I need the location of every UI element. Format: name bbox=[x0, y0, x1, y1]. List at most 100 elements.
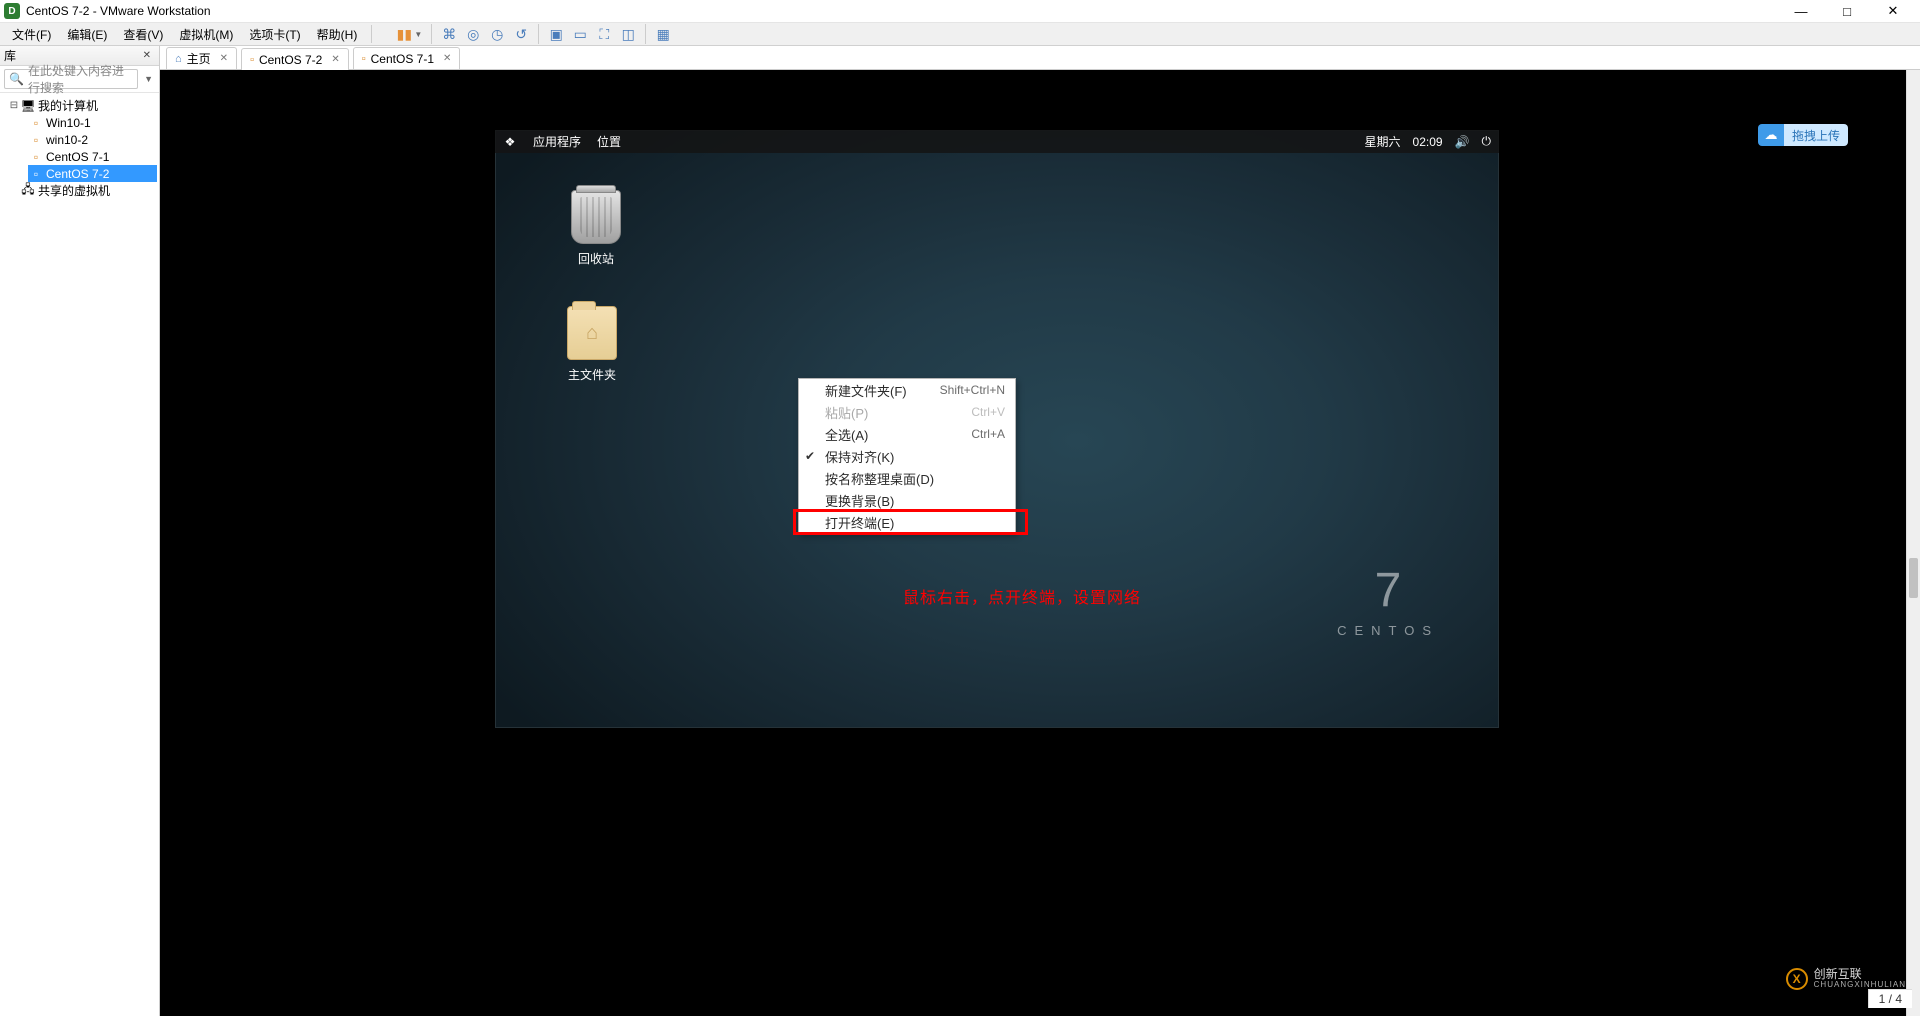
cm-label: 粘贴(P) bbox=[825, 403, 868, 422]
vm-icon: ▫ bbox=[28, 150, 44, 164]
menu-help[interactable]: 帮助(H) bbox=[309, 24, 366, 45]
snapshot-icon[interactable]: ◎ bbox=[461, 23, 485, 45]
seamless-icon[interactable]: ◫ bbox=[616, 23, 640, 45]
guest-menu-apps[interactable]: 应用程序 bbox=[533, 133, 581, 150]
cm-shortcut: Ctrl+V bbox=[971, 405, 1005, 419]
cm-label: 更换背景(B) bbox=[825, 491, 894, 510]
pause-icon[interactable]: ▮▮ bbox=[392, 23, 416, 45]
sidebar-close-icon[interactable]: ✕ bbox=[139, 50, 155, 61]
close-icon[interactable]: ✕ bbox=[443, 53, 451, 64]
menu-bar: 文件(F) 编辑(E) 查看(V) 虚拟机(M) 选项卡(T) 帮助(H) ▮▮… bbox=[0, 23, 1920, 46]
cm-change-background[interactable]: 更换背景(B) bbox=[799, 489, 1015, 511]
menu-vm[interactable]: 虚拟机(M) bbox=[171, 24, 241, 45]
close-button[interactable]: ✕ bbox=[1870, 0, 1916, 23]
menu-file[interactable]: 文件(F) bbox=[4, 24, 59, 45]
search-icon: 🔍 bbox=[9, 72, 24, 86]
separator bbox=[371, 25, 372, 43]
desktop-icon-home[interactable]: ⌂ 主文件夹 bbox=[547, 306, 637, 383]
tab-bar: ⌂ 主页 ✕ ▫ CentOS 7-2 ✕ ▫ CentOS 7-1 ✕ bbox=[160, 46, 1920, 70]
watermark-icon: X bbox=[1786, 968, 1808, 990]
vm-icon: ▫ bbox=[250, 54, 254, 66]
cm-paste: 粘贴(P) Ctrl+V bbox=[799, 401, 1015, 423]
send-ctrl-alt-del-icon[interactable]: ⌘ bbox=[437, 23, 461, 45]
cm-select-all[interactable]: 全选(A) Ctrl+A bbox=[799, 423, 1015, 445]
close-icon[interactable]: ✕ bbox=[220, 53, 228, 64]
tree-label: Win10-1 bbox=[46, 116, 91, 130]
centos-version: 7 bbox=[1337, 567, 1439, 615]
menu-view[interactable]: 查看(V) bbox=[115, 24, 171, 45]
page-indicator: 1 / 4 bbox=[1868, 989, 1912, 1008]
cm-label: 按名称整理桌面(D) bbox=[825, 469, 934, 488]
tree-label: 我的计算机 bbox=[38, 97, 98, 114]
cm-open-terminal[interactable]: 打开终端(E) bbox=[799, 511, 1015, 533]
power-icon[interactable]: ⏻ bbox=[1482, 134, 1492, 149]
desktop-icon-trash[interactable]: 回收站 bbox=[551, 190, 641, 267]
app-icon: D bbox=[4, 3, 20, 19]
badge-label: 拖拽上传 bbox=[1784, 124, 1848, 146]
upload-badge[interactable]: ☁ 拖拽上传 bbox=[1758, 124, 1848, 146]
scrollbar-thumb[interactable] bbox=[1909, 558, 1918, 598]
fullscreen-icon[interactable]: ⛶ bbox=[592, 23, 616, 45]
maximize-button[interactable]: □ bbox=[1824, 0, 1870, 23]
cm-label: 新建文件夹(F) bbox=[825, 381, 907, 400]
dropdown-icon[interactable]: ▼ bbox=[414, 30, 422, 39]
cm-label: 打开终端(E) bbox=[825, 513, 894, 532]
shared-icon: 🖧 bbox=[20, 184, 36, 198]
watermark: X 创新互联 CHUANGXINHULIAN bbox=[1786, 968, 1906, 990]
annotation-text: 鼠标右击，点开终端，设置网络 bbox=[903, 584, 1141, 608]
guest-day: 星期六 bbox=[1365, 133, 1401, 150]
tab-label: CentOS 7-1 bbox=[371, 52, 434, 66]
cm-organize-by-name[interactable]: 按名称整理桌面(D) bbox=[799, 467, 1015, 489]
tab-home[interactable]: ⌂ 主页 ✕ bbox=[166, 47, 237, 69]
menu-edit[interactable]: 编辑(E) bbox=[59, 24, 115, 45]
revert-icon[interactable]: ↺ bbox=[509, 23, 533, 45]
snapshot-manager-icon[interactable]: ◷ bbox=[485, 23, 509, 45]
guest-desktop[interactable]: ❖ 应用程序 位置 星期六 02:09 🔊 ⏻ 回收站 bbox=[495, 130, 1499, 728]
minimize-button[interactable]: — bbox=[1778, 0, 1824, 23]
cm-shortcut: Ctrl+A bbox=[971, 427, 1005, 441]
watermark-line2: CHUANGXINHULIAN bbox=[1814, 981, 1906, 990]
guest-time: 02:09 bbox=[1413, 135, 1443, 149]
activities-icon[interactable]: ❖ bbox=[503, 135, 517, 149]
icon-label: 主文件夹 bbox=[547, 366, 637, 383]
vm-viewport[interactable]: ☁ 拖拽上传 ❖ 应用程序 位置 星期六 02:09 🔊 bbox=[160, 70, 1920, 1016]
tree-item-win10-1[interactable]: ▫Win10-1 bbox=[28, 114, 157, 131]
window-titlebar: D CentOS 7-2 - VMware Workstation — □ ✕ bbox=[0, 0, 1920, 23]
tab-centos-7-1[interactable]: ▫ CentOS 7-1 ✕ bbox=[353, 47, 461, 69]
tree-root-shared-vms[interactable]: 🖧 共享的虚拟机 bbox=[2, 182, 157, 199]
centos-brand: 7 CENTOS bbox=[1337, 567, 1439, 638]
library-sidebar: 库 ✕ 🔍 在此处键入内容进行搜索 ▼ ⊟ 🖥 我的计算机 ▫Win10-1 bbox=[0, 46, 160, 1016]
unity-icon[interactable]: ▭ bbox=[568, 23, 592, 45]
toolbar: ▮▮▼ ⌘ ◎ ◷ ↺ ▣ ▭ ⛶ ◫ ▦ bbox=[392, 23, 675, 45]
window-title: CentOS 7-2 - VMware Workstation bbox=[26, 4, 211, 18]
tree-item-win10-2[interactable]: ▫win10-2 bbox=[28, 131, 157, 148]
close-icon[interactable]: ✕ bbox=[331, 54, 339, 65]
library-icon[interactable]: ▦ bbox=[651, 23, 675, 45]
cm-label: 保持对齐(K) bbox=[825, 447, 894, 466]
console-view-icon[interactable]: ▣ bbox=[544, 23, 568, 45]
tree-label: CentOS 7-2 bbox=[46, 167, 109, 181]
tree-item-centos-7-1[interactable]: ▫CentOS 7-1 bbox=[28, 148, 157, 165]
desktop-context-menu: 新建文件夹(F)Shift+Ctrl+N 粘贴(P) Ctrl+V 全选(A) Ct… bbox=[798, 378, 1016, 534]
search-dropdown-icon[interactable]: ▼ bbox=[142, 74, 155, 84]
cm-new-folder[interactable]: 新建文件夹(F)Shift+Ctrl+N bbox=[799, 379, 1015, 401]
vm-icon: ▫ bbox=[28, 116, 44, 130]
search-input[interactable]: 🔍 在此处键入内容进行搜索 bbox=[4, 69, 138, 89]
tab-label: 主页 bbox=[187, 50, 211, 67]
tab-label: CentOS 7-2 bbox=[259, 53, 322, 67]
tree-item-centos-7-2[interactable]: ▫CentOS 7-2 bbox=[28, 165, 157, 182]
vm-icon: ▫ bbox=[28, 167, 44, 181]
menu-tabs[interactable]: 选项卡(T) bbox=[241, 24, 308, 45]
guest-menu-places[interactable]: 位置 bbox=[597, 133, 621, 150]
home-glyph-icon: ⌂ bbox=[568, 307, 616, 359]
guest-topbar: ❖ 应用程序 位置 星期六 02:09 🔊 ⏻ bbox=[495, 130, 1499, 153]
separator bbox=[431, 24, 432, 44]
cm-keep-aligned[interactable]: 保持对齐(K) bbox=[799, 445, 1015, 467]
main-area: ⌂ 主页 ✕ ▫ CentOS 7-2 ✕ ▫ CentOS 7-1 ✕ ☁ 拖… bbox=[160, 46, 1920, 1016]
tab-centos-7-2[interactable]: ▫ CentOS 7-2 ✕ bbox=[241, 48, 349, 70]
cm-label: 全选(A) bbox=[825, 425, 868, 444]
tree-root-my-computer[interactable]: ⊟ 🖥 我的计算机 bbox=[2, 97, 157, 114]
volume-icon[interactable]: 🔊 bbox=[1455, 135, 1470, 149]
vertical-scrollbar[interactable] bbox=[1906, 70, 1920, 1016]
collapse-icon[interactable]: ⊟ bbox=[8, 100, 20, 111]
